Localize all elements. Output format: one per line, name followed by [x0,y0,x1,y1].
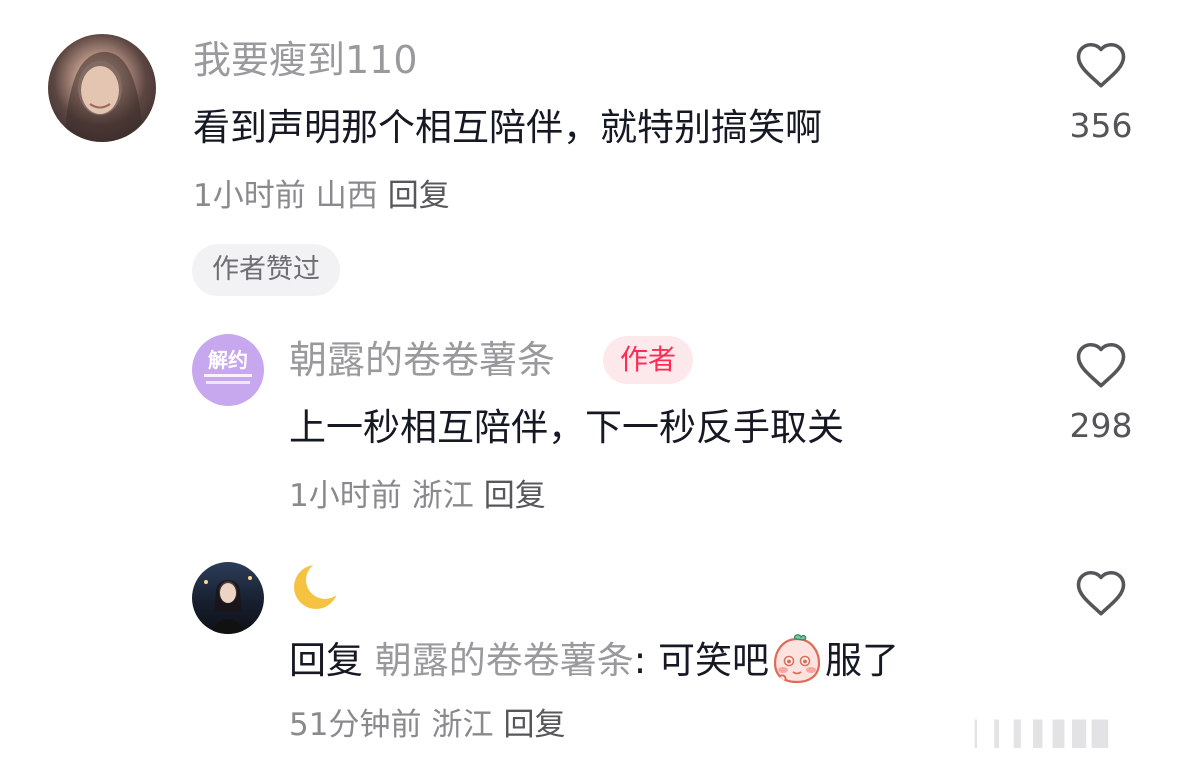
reply-prefix: 回复 [289,639,363,682]
comment-location: 浙江 [411,478,474,514]
reply-button[interactable]: 回复 [484,478,546,514]
author-liked-chip: 作者赞过 [192,244,340,296]
comment-text-body: : 可笑吧 [633,639,769,682]
avatar-text: 解约 [208,348,248,372]
comment-time: 1小时前 [289,478,402,514]
avatar[interactable] [192,562,264,634]
comment-text-tail: 服了 [825,639,899,682]
comment-time: 51分钟前 [289,707,422,743]
reply-button[interactable]: 回复 [388,178,450,214]
comment-text[interactable]: 回复 朝露的卷卷薯条: 可笑吧 服了 [289,633,899,685]
username[interactable]: 🌙 [289,560,343,614]
avatar[interactable]: 解约 [192,334,264,406]
comment-text[interactable]: 看到声明那个相互陪伴，就特别搞笑啊 [193,104,822,152]
username[interactable]: 朝露的卷卷薯条 [289,336,555,384]
blushing-peach-emoji [773,634,821,684]
mention-username[interactable]: 朝露的卷卷薯条 [375,639,634,682]
avatar[interactable] [48,34,156,142]
comment-meta: 1小时前 浙江 回复 [289,476,546,516]
like-count: 356 [1069,106,1133,145]
heart-outline-icon[interactable] [1074,340,1128,390]
comment-meta: 1小时前 山西 回复 [193,176,450,216]
reply-button[interactable]: 回复 [503,707,565,743]
username[interactable]: 我要瘦到110 [193,36,418,84]
like-count: 298 [1069,406,1133,445]
comment-text[interactable]: 上一秒相互陪伴，下一秒反手取关 [289,404,844,452]
comment-time: 1小时前 [193,178,306,214]
heart-outline-icon[interactable] [1074,40,1128,90]
comment-location: 山西 [315,178,378,214]
heart-outline-icon[interactable] [1074,568,1128,618]
comment-location: 浙江 [431,707,494,743]
comment-meta: 51分钟前 浙江 回复 [289,705,565,745]
author-badge: 作者 [603,336,694,384]
watermark: ▏▎▍▌▋▊▉ [975,720,1112,748]
